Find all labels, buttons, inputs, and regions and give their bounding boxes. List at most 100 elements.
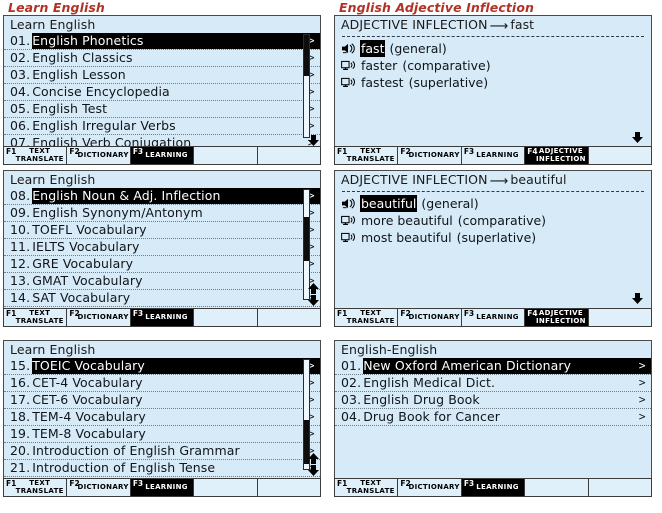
- function-key-f4[interactable]: F4 ADJECTIVE INFLECTION: [525, 309, 589, 326]
- list-item[interactable]: 20. Introduction of English Grammar >: [4, 443, 320, 460]
- function-key-f3[interactable]: F3 LEARNING: [130, 309, 195, 326]
- function-key-f3[interactable]: F3 LEARNING: [130, 479, 195, 496]
- function-key-f2[interactable]: F2 DICTIONARY: [398, 309, 462, 326]
- scrollbar-thumb[interactable]: [304, 35, 309, 76]
- inflection-kind: (general): [389, 41, 447, 56]
- list-item[interactable]: 04. Drug Book for Cancer >: [335, 409, 651, 426]
- function-key-label: LEARNING: [145, 312, 188, 321]
- list-item-labelwrap: GMAT Vocabulary >: [32, 273, 320, 289]
- function-key-f1[interactable]: F1 TEXT TRANSLATE: [335, 147, 399, 164]
- function-key-f3[interactable]: F3 LEARNING: [130, 147, 195, 164]
- list-item[interactable]: 02. English Classics >: [4, 50, 320, 67]
- inflection-item[interactable]: faster (comparative): [341, 57, 651, 74]
- inflection-kind: (comparative): [457, 213, 547, 228]
- scroll-up-arrow[interactable]: [308, 283, 319, 294]
- scroll-down-arrow[interactable]: [308, 295, 319, 306]
- list-item[interactable]: 19. TEM-8 Vocabulary >: [4, 426, 320, 443]
- list-item[interactable]: 12. GRE Vocabulary >: [4, 256, 320, 273]
- list-item-label: TOEFL Vocabulary: [32, 222, 147, 237]
- speaker-outline-icon[interactable]: [341, 76, 356, 89]
- function-key-empty: [194, 309, 258, 326]
- function-key-f3[interactable]: F3 LEARNING: [461, 147, 526, 164]
- list-item[interactable]: 01. English Phonetics >: [4, 33, 320, 50]
- scroll-down-arrow[interactable]: [632, 293, 643, 304]
- scroll-down-arrow[interactable]: [308, 465, 319, 476]
- panel-left-top: Learn English Learn English 01. English P…: [0, 0, 331, 170]
- function-key-f3[interactable]: F3 LEARNING: [461, 479, 526, 496]
- list-item[interactable]: 05. English Test >: [4, 101, 320, 118]
- list-item[interactable]: 07.English Verb Conjugation>: [4, 135, 320, 146]
- inflection-item[interactable]: beautiful (general): [341, 195, 651, 212]
- function-key-empty: [257, 479, 321, 496]
- function-key-f1[interactable]: F1 TEXT TRANSLATE: [4, 147, 68, 164]
- list-item[interactable]: 02. English Medical Dict. >: [335, 375, 651, 392]
- speaker-outline-icon[interactable]: [341, 231, 356, 244]
- list-item[interactable]: 21. Introduction of English Tense >: [4, 460, 320, 477]
- screen-title: ADJECTIVE INFLECTION ⟶ fast: [335, 16, 651, 34]
- function-key-f3[interactable]: F3 LEARNING: [461, 309, 526, 326]
- inflection-word: beautiful: [360, 195, 418, 212]
- list-item[interactable]: 03. English Lesson >: [4, 67, 320, 84]
- speaker-outline-icon[interactable]: [341, 59, 356, 72]
- list-item[interactable]: 01. New Oxford American Dictionary >: [335, 358, 651, 375]
- inflection-item[interactable]: fastest (superlative): [341, 74, 651, 91]
- panel-right-bottom: English Adjective Inflection English-Eng…: [331, 340, 662, 513]
- inflection-item[interactable]: fast (general): [341, 40, 651, 57]
- function-key-f1[interactable]: F1 TEXT TRANSLATE: [4, 479, 68, 496]
- list-item[interactable]: 11. IELTS Vocabulary >: [4, 239, 320, 256]
- scrollbar-thumb[interactable]: [304, 217, 309, 261]
- function-key-f2[interactable]: F2 DICTIONARY: [67, 479, 131, 496]
- screen-title: Learn English: [10, 17, 96, 32]
- function-key-f2[interactable]: F2 DICTIONARY: [398, 147, 462, 164]
- function-key-number: F3: [132, 479, 144, 488]
- function-key-f1[interactable]: F1 TEXT TRANSLATE: [4, 309, 68, 326]
- list-item[interactable]: 16. CET-4 Vocabulary >: [4, 375, 320, 392]
- list-item[interactable]: 13. GMAT Vocabulary >: [4, 273, 320, 290]
- list-item[interactable]: 17. CET-6 Vocabulary >: [4, 392, 320, 409]
- speaker-filled-icon[interactable]: [341, 42, 356, 55]
- panel-right-top: English Adjective Inflection ADJECTIVE I…: [331, 0, 662, 170]
- list-item-number: 13.: [10, 273, 31, 288]
- list-item[interactable]: 08. English Noun & Adj. Inflection >: [4, 188, 320, 205]
- list-item-label: Concise Encyclopedia: [32, 84, 170, 99]
- list-item[interactable]: 09. English Synonym/Antonym >: [4, 205, 320, 222]
- list-item[interactable]: 04. Concise Encyclopedia >: [4, 84, 320, 101]
- list-item-labelwrap: TEM-4 Vocabulary >: [32, 409, 320, 425]
- function-key-f2[interactable]: F2 DICTIONARY: [398, 479, 462, 496]
- scroll-up-arrow[interactable]: [308, 453, 319, 464]
- list-item-label: IELTS Vocabulary: [32, 239, 140, 254]
- list-item-label: English Classics: [32, 50, 133, 65]
- speaker-outline-icon[interactable]: [341, 214, 356, 227]
- list-item[interactable]: 18. TEM-4 Vocabulary >: [4, 409, 320, 426]
- function-key-f1[interactable]: F1 TEXT TRANSLATE: [335, 309, 399, 326]
- list-item[interactable]: 10. TOEFL Vocabulary >: [4, 222, 320, 239]
- function-key-number: F1: [337, 147, 348, 156]
- chevron-right-icon: >: [638, 359, 646, 372]
- list-item[interactable]: 15. TOEIC Vocabulary >: [4, 358, 320, 375]
- function-key-f2[interactable]: F2 DICTIONARY: [67, 309, 131, 326]
- function-key-empty: [588, 147, 652, 164]
- function-key-f1[interactable]: F1 TEXT TRANSLATE: [335, 479, 399, 496]
- inflection-kind: (general): [421, 196, 479, 211]
- speaker-filled-icon[interactable]: [341, 197, 356, 210]
- function-key-label: LEARNING: [145, 482, 188, 491]
- list-item-number: 02.: [341, 375, 362, 390]
- caption-learn-english: Learn English: [8, 0, 105, 15]
- scroll-down-arrow[interactable]: [632, 132, 643, 143]
- inflection-title-prefix: ADJECTIVE INFLECTION: [341, 172, 488, 187]
- function-key-empty: [194, 147, 258, 164]
- list-item[interactable]: 06. English Irregular Verbs >: [4, 118, 320, 135]
- screen-right-bottom: English-English 01. New Oxford American D…: [334, 340, 652, 478]
- scrollbar[interactable]: [303, 34, 310, 138]
- scroll-down-arrow[interactable]: [308, 135, 319, 146]
- function-key-f4[interactable]: F4 ADJECTIVE INFLECTION: [525, 147, 589, 164]
- list-item[interactable]: 14. SAT Vocabulary >: [4, 290, 320, 307]
- inflection-item[interactable]: more beautiful (comparative): [341, 212, 651, 229]
- list-item-number: 01.: [341, 358, 362, 373]
- list-item-label: Introduction of English Tense: [32, 460, 216, 475]
- list-item-labelwrap: GRE Vocabulary >: [32, 256, 320, 272]
- function-key-f2[interactable]: F2 DICTIONARY: [67, 147, 131, 164]
- list-item-labelwrap: IELTS Vocabulary >: [32, 239, 320, 255]
- inflection-item[interactable]: most beautiful (superlative): [341, 229, 651, 246]
- list-item[interactable]: 03. English Drug Book >: [335, 392, 651, 409]
